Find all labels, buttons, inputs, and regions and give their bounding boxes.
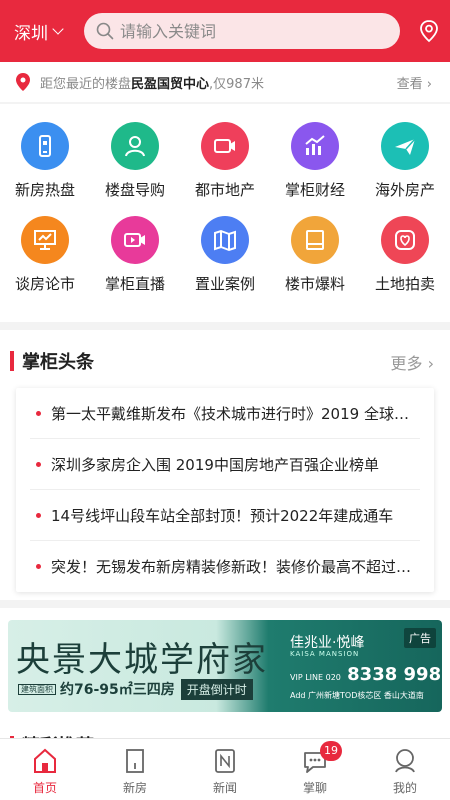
chart-icon	[291, 122, 339, 170]
grid-label: 掌柜财经	[284, 181, 345, 199]
video-icon	[111, 216, 159, 264]
grid-item-overseas[interactable]: 海外房产	[360, 122, 450, 200]
grid-label: 都市地产	[194, 181, 255, 199]
grid-item-urban[interactable]: 都市地产	[180, 122, 270, 200]
grid-item-finance[interactable]: 掌柜财经	[270, 122, 360, 200]
bullet-dot	[36, 564, 41, 569]
news-title: 第一太平戴维斯发布《技术城市进行时》2019 全球…	[51, 404, 409, 423]
nearest-property-name[interactable]: 民盈国贸中心	[131, 77, 209, 92]
ad-brand: 佳兆业·悦峰	[290, 635, 365, 651]
grid-item-guide[interactable]: 楼盘导购	[90, 122, 180, 200]
building-icon	[126, 749, 144, 773]
ad-address: Add 广州新塘TOD核芯区 香山大道南	[290, 691, 424, 700]
grid-item-land[interactable]: 土地拍卖	[360, 216, 450, 294]
grid-item-new-hot[interactable]: 新房热盘	[0, 122, 90, 200]
user-icon	[395, 749, 415, 773]
person-icon	[111, 122, 159, 170]
location-icon[interactable]	[418, 19, 440, 43]
news-item[interactable]: 突发！无锡发布新房精装修新政！装修价最高不超过…	[30, 541, 420, 592]
grid-item-live[interactable]: 掌柜直播	[90, 216, 180, 294]
city-selector[interactable]: 深圳	[14, 19, 76, 44]
ad-hotline-row: VIP LINE 020 8338 9988	[290, 664, 442, 685]
search-input[interactable]	[120, 21, 380, 41]
grid-item-scoop[interactable]: 楼市爆料	[270, 216, 360, 294]
grid-label: 掌柜直播	[104, 275, 165, 293]
map-pin-icon	[16, 73, 30, 91]
section-title: 掌柜头条	[10, 348, 94, 374]
view-button[interactable]: 查看 ›	[397, 73, 432, 92]
news-title: 深圳多家房企入围 2019中国房地产百强企业榜单	[51, 455, 379, 474]
tab-label: 新闻	[212, 781, 237, 795]
tab-label: 新房	[122, 781, 147, 795]
chevron-down-icon	[52, 23, 64, 35]
camera-icon	[201, 122, 249, 170]
home-icon	[34, 748, 56, 773]
more-link[interactable]: 更多 ›	[391, 350, 435, 374]
section-accent-bar	[10, 351, 14, 371]
nearest-property-bar[interactable]: 距您最近的楼盘民盈国贸中心,仅987米 查看 ›	[0, 62, 450, 102]
tab-chat[interactable]: 19 掌聊	[270, 739, 360, 800]
grid-item-cases[interactable]: 置业案例	[180, 216, 270, 294]
bottom-tab-bar: 首页 新房 新闻 19 掌聊 我的	[0, 738, 450, 800]
nearest-text: 距您最近的楼盘民盈国贸中心,仅987米	[40, 73, 264, 92]
grid-label: 楼市爆料	[284, 275, 345, 293]
ad-badge: 广告	[404, 628, 436, 648]
phone-icon	[21, 122, 69, 170]
search-icon	[96, 22, 114, 40]
grid-label: 楼盘导购	[104, 181, 165, 199]
bullet-dot	[36, 512, 41, 518]
news-item[interactable]: 深圳多家房企入围 2019中国房地产百强企业榜单	[30, 439, 420, 490]
presentation-icon	[21, 216, 69, 264]
grid-label: 海外房产	[374, 181, 435, 199]
news-icon	[215, 749, 235, 773]
news-item[interactable]: 14号线坪山段车站全部封顶！预计2022年建成通车	[30, 490, 420, 541]
ad-banner[interactable]: 央景大城学府家 建筑面积 约76-95㎡三四房 开盘倒计时 佳兆业·悦峰 KAI…	[8, 620, 442, 712]
ad-countdown: 开盘倒计时	[180, 678, 253, 700]
tab-profile[interactable]: 我的	[360, 739, 450, 800]
map-icon	[201, 216, 249, 264]
headlines-title: 掌柜头条	[22, 352, 94, 373]
news-item[interactable]: 第一太平戴维斯发布《技术城市进行时》2019 全球…	[30, 388, 420, 439]
ad-brand-sub: KAISA MANSION	[290, 650, 360, 658]
ad-hotline: 8338 9988	[347, 664, 442, 685]
news-card: 第一太平戴维斯发布《技术城市进行时》2019 全球… 深圳多家房企入围 2019…	[16, 388, 434, 592]
bullet-dot	[36, 461, 41, 467]
tab-label: 首页	[32, 781, 57, 795]
bullet-dot	[36, 410, 41, 416]
tab-label: 掌聊	[302, 781, 327, 795]
search-bar[interactable]	[84, 13, 400, 49]
ad-area: 约76-95㎡三四房	[60, 682, 175, 698]
tab-label: 我的	[392, 781, 417, 795]
news-title: 突发！无锡发布新房精装修新政！装修价最高不超过…	[51, 558, 412, 576]
plane-icon	[381, 122, 429, 170]
tab-home[interactable]: 首页	[0, 739, 90, 800]
nearest-prefix: 距您最近的楼盘	[40, 76, 132, 92]
ad-area-label: 建筑面积	[18, 683, 56, 695]
grid-label: 土地拍卖	[374, 275, 435, 293]
grid-item-talk[interactable]: 谈房论市	[0, 216, 90, 294]
ad-hotline-prefix: VIP LINE 020	[290, 673, 341, 682]
category-grid: 新房热盘 楼盘导购 都市地产 掌柜财经 海外房产 谈房论市 掌柜直播 置业案例 …	[0, 104, 450, 322]
ad-area-row: 建筑面积 约76-95㎡三四房 开盘倒计时	[18, 678, 253, 700]
ad-headline: 央景大城学府家	[16, 640, 268, 680]
grid-label: 谈房论市	[14, 275, 75, 293]
headlines-section: 掌柜头条 更多 › 第一太平戴维斯发布《技术城市进行时》2019 全球… 深圳多…	[0, 330, 450, 600]
book-icon	[291, 216, 339, 264]
heart-icon	[381, 216, 429, 264]
nearest-distance: ,仅987米	[209, 76, 264, 92]
top-header: 深圳	[0, 0, 450, 62]
city-label: 深圳	[14, 23, 48, 44]
unread-badge: 19	[320, 741, 342, 761]
news-title: 14号线坪山段车站全部封顶！预计2022年建成通车	[51, 506, 394, 525]
ad-section: 央景大城学府家 建筑面积 约76-95㎡三四房 开盘倒计时 佳兆业·悦峰 KAI…	[0, 608, 450, 728]
grid-label: 新房热盘	[14, 181, 75, 199]
tab-new-homes[interactable]: 新房	[90, 739, 180, 800]
grid-label: 置业案例	[194, 275, 255, 293]
tab-news[interactable]: 新闻	[180, 739, 270, 800]
